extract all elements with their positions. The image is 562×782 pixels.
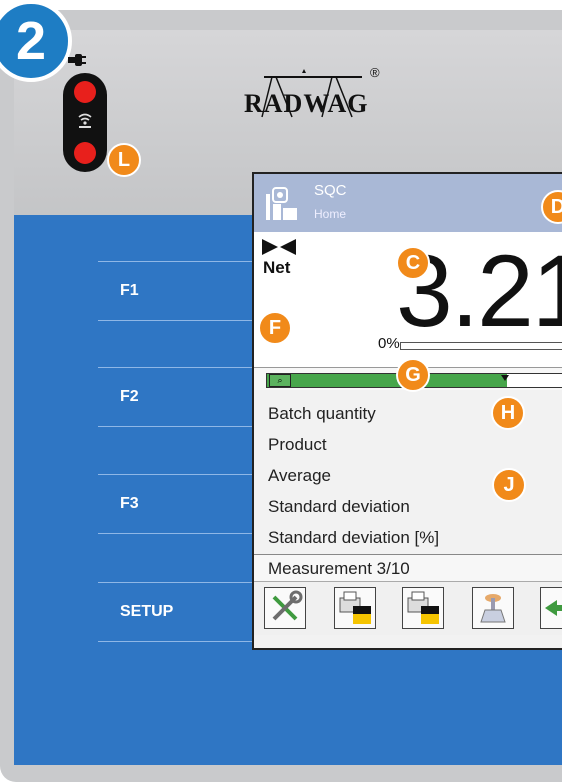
f1-key[interactable]: F1 bbox=[98, 261, 258, 321]
zoom-icon: ⌕ bbox=[269, 374, 291, 387]
screen-button-bar bbox=[254, 581, 562, 635]
radwag-logo: RADWAG ® bbox=[244, 65, 384, 120]
marker-f: F bbox=[258, 311, 292, 345]
marker-g: G bbox=[396, 358, 430, 392]
screen-title: SQC bbox=[314, 182, 347, 199]
sqc-mode-icon bbox=[266, 187, 297, 220]
power-plug-icon bbox=[68, 54, 86, 66]
f3-key[interactable]: F3 bbox=[98, 474, 258, 534]
load-bar bbox=[400, 342, 562, 350]
print-report-button[interactable] bbox=[402, 587, 444, 629]
f2-key[interactable]: F2 bbox=[98, 367, 258, 427]
printer-icon bbox=[339, 591, 371, 624]
export-button[interactable] bbox=[540, 587, 562, 629]
export-icon bbox=[545, 600, 562, 616]
load-scale-button[interactable] bbox=[472, 587, 514, 629]
percent-label: 0% bbox=[378, 335, 400, 352]
marker-l: L bbox=[107, 143, 141, 177]
printer-report-icon bbox=[407, 591, 439, 624]
marker-c: C bbox=[396, 246, 430, 280]
logo-text: RADWAG bbox=[244, 89, 369, 118]
info-row-standard-deviation-percent: Standard deviation [%] bbox=[268, 528, 440, 547]
screen-header: SQC Home bbox=[254, 174, 562, 232]
settings-tool-button[interactable] bbox=[264, 587, 306, 629]
tolerance-pointer-icon bbox=[501, 375, 509, 381]
measurement-status: Measurement 3/10 bbox=[254, 554, 562, 581]
tolerance-bar-fill bbox=[267, 374, 507, 387]
status-lamp-bottom bbox=[74, 142, 96, 164]
status-light-indicator bbox=[63, 73, 107, 172]
screen-subtitle: Home bbox=[314, 207, 347, 221]
stability-icon bbox=[262, 239, 296, 255]
marker-h: H bbox=[491, 396, 525, 430]
marker-j: J bbox=[492, 468, 526, 502]
tools-icon bbox=[272, 590, 303, 621]
info-row-product: Product bbox=[268, 435, 327, 454]
print-button[interactable] bbox=[334, 587, 376, 629]
setup-key[interactable]: SETUP bbox=[98, 582, 258, 642]
net-label: Net bbox=[263, 258, 291, 277]
trademark-symbol: ® bbox=[370, 65, 380, 80]
status-lamp-top bbox=[74, 81, 96, 103]
wireless-icon bbox=[78, 113, 92, 128]
scale-load-icon bbox=[480, 594, 506, 623]
